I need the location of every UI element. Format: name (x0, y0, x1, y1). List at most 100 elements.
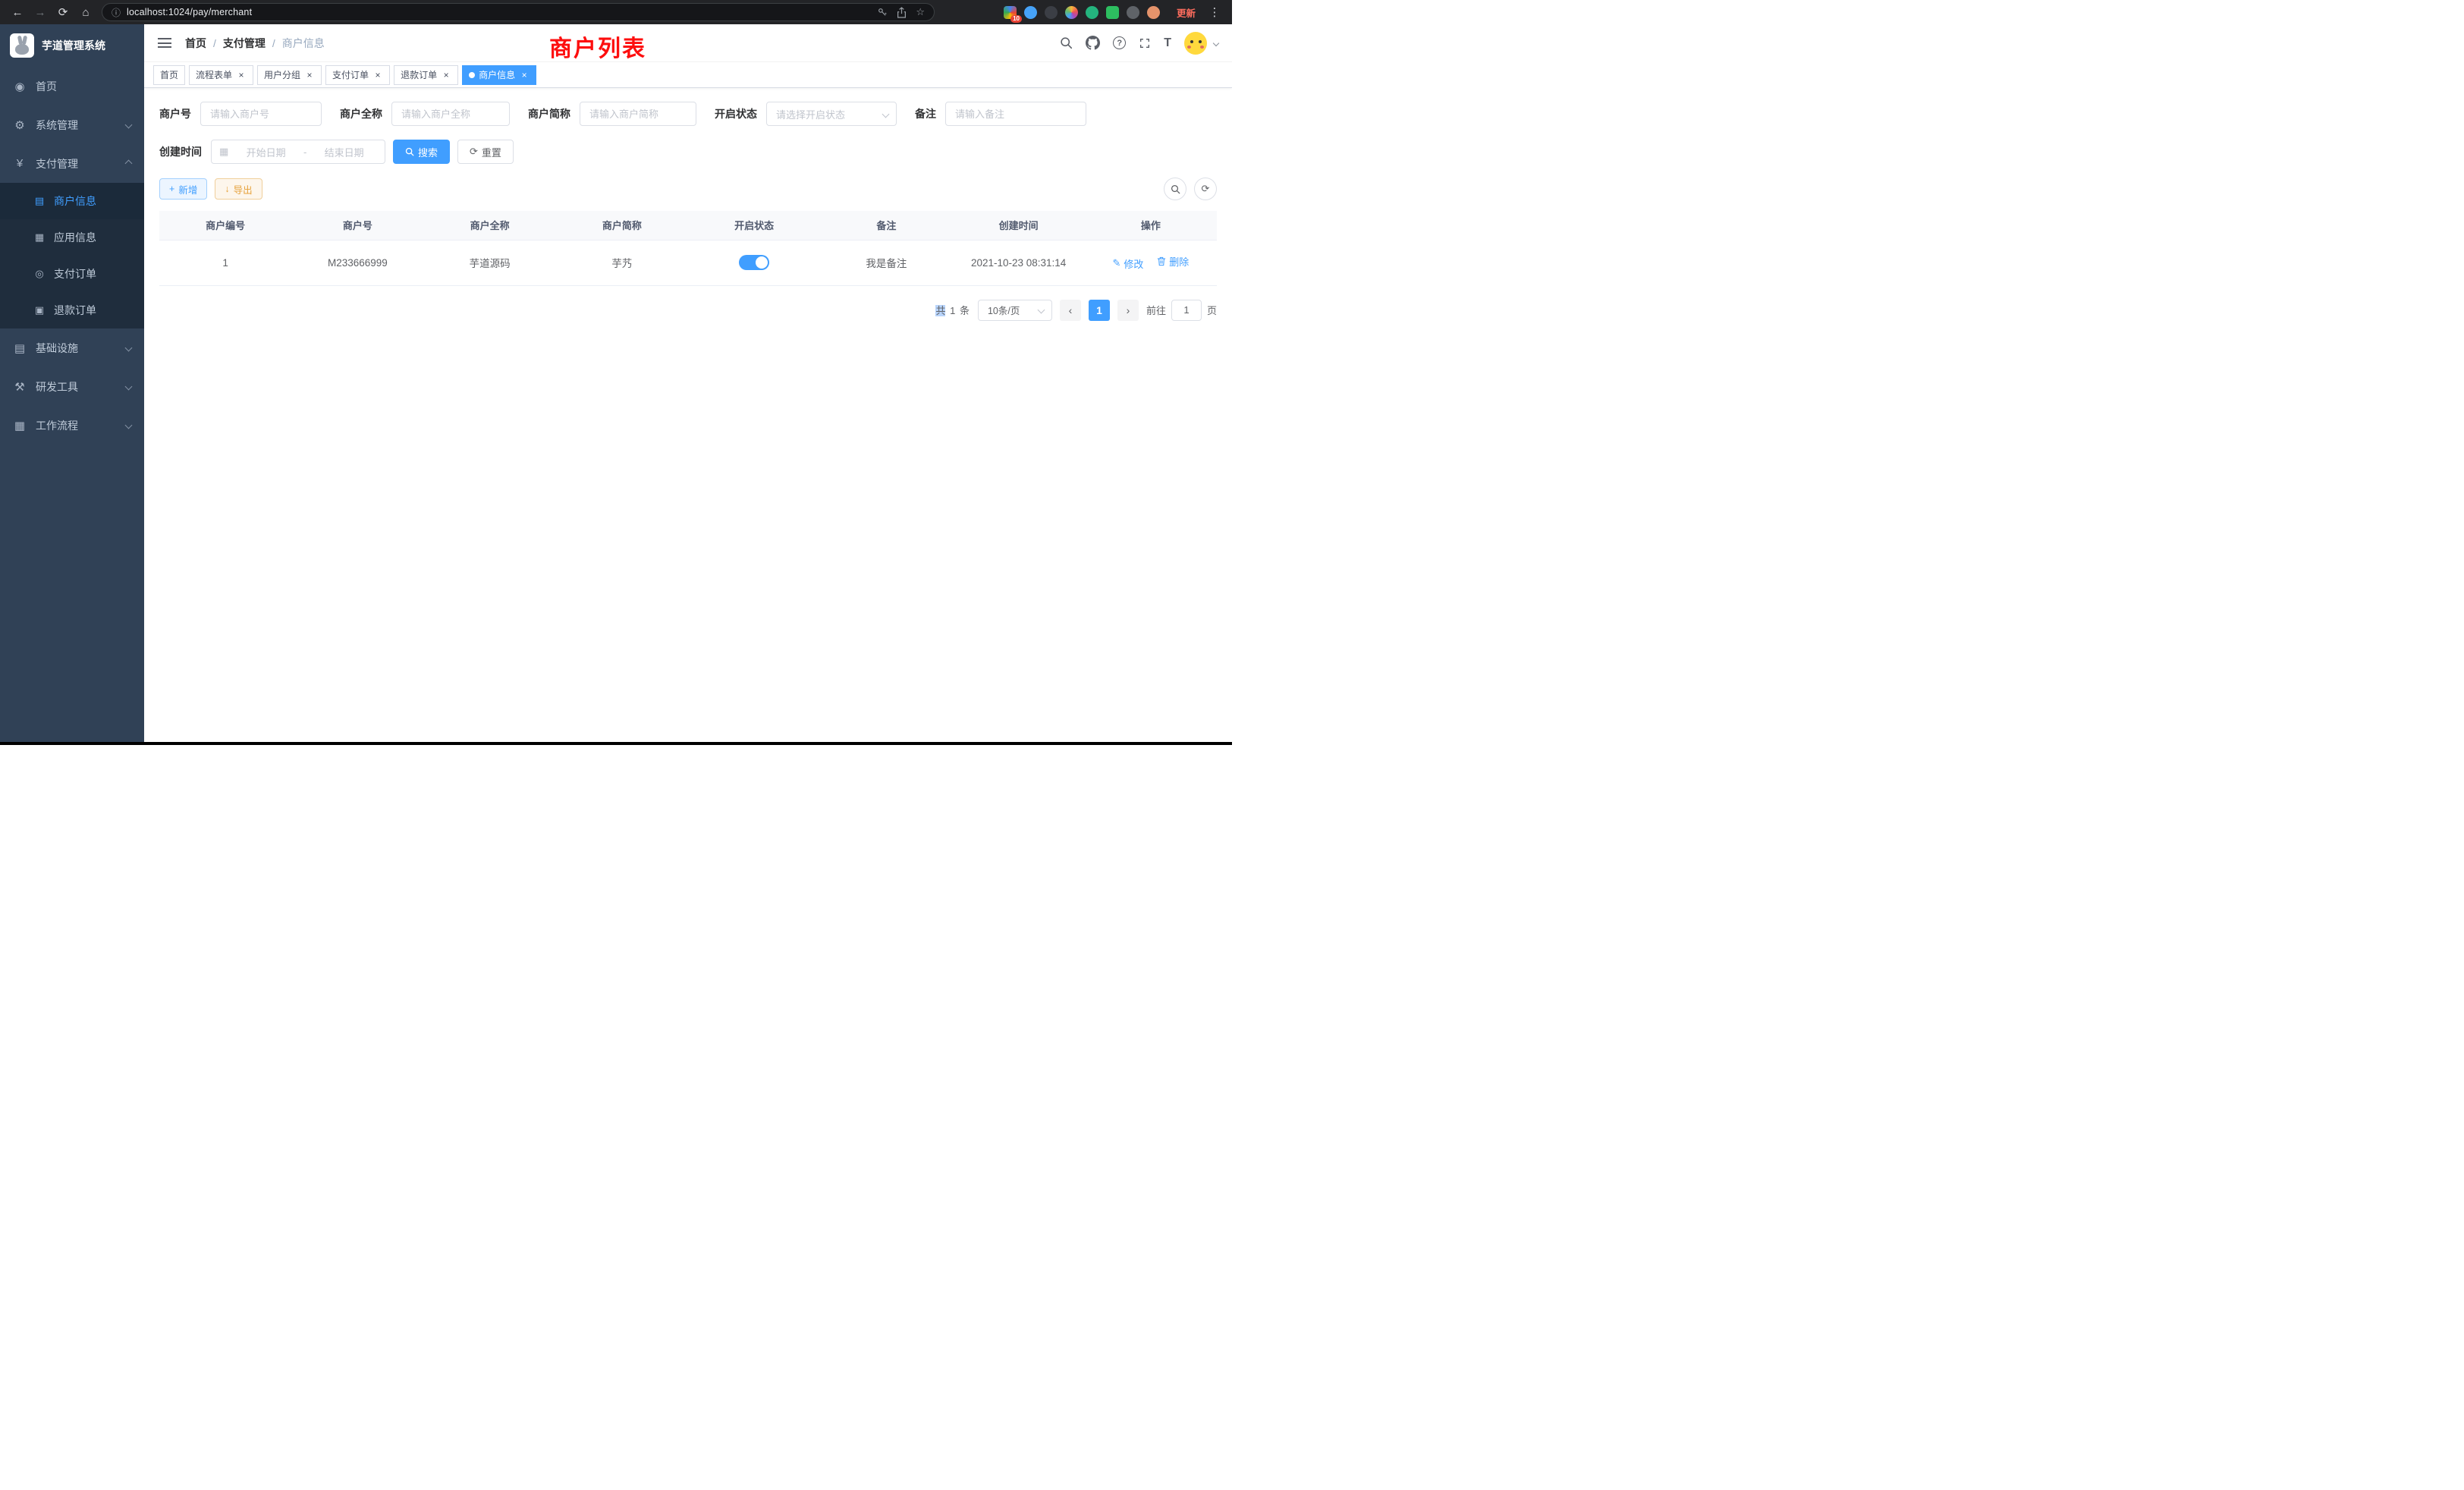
page-size-select[interactable]: 10条/页 (978, 300, 1052, 321)
tab-user-group[interactable]: 用户分组 × (257, 65, 322, 85)
tab-close-icon[interactable]: × (236, 70, 247, 80)
browser-update-button[interactable]: 更新 (1177, 5, 1196, 20)
merchant-short-input[interactable] (580, 102, 696, 126)
status-select[interactable]: 请选择开启状态 (766, 102, 897, 126)
extension-icon-4[interactable] (1065, 6, 1078, 19)
merchant-no-input[interactable] (200, 102, 322, 126)
breadcrumb-home[interactable]: 首页 (185, 36, 206, 51)
tab-label: 退款订单 (401, 68, 437, 81)
edit-pencil-icon: ✎ (1113, 257, 1121, 269)
create-time-range-picker[interactable]: ▦ 开始日期 - 结束日期 (211, 140, 385, 164)
browser-profile-avatar[interactable] (1147, 6, 1160, 19)
merchant-no-label: 商户号 (159, 106, 191, 121)
export-button-label: 导出 (234, 182, 253, 196)
tab-label: 首页 (160, 68, 178, 81)
total-prefix: 共 (935, 305, 945, 316)
sidebar-item-infrastructure[interactable]: ▤ 基础设施 (0, 328, 144, 367)
main-area: 首页 / 支付管理 / 商户信息 商户列表 ? T 首页 流程表单× 用户分组× (144, 24, 1232, 742)
collapse-sidebar-icon[interactable] (158, 38, 171, 48)
share-icon[interactable] (897, 7, 907, 18)
reset-button[interactable]: ⟳ 重置 (457, 140, 514, 164)
password-key-icon[interactable] (877, 7, 888, 17)
bookmark-star-icon[interactable]: ☆ (916, 6, 925, 18)
github-icon[interactable] (1086, 35, 1100, 52)
delete-link-label: 删除 (1169, 254, 1189, 269)
sidebar-item-devtools[interactable]: ⚒ 研发工具 (0, 367, 144, 406)
user-avatar[interactable] (1184, 32, 1207, 55)
app-logo[interactable]: 芋道管理系统 (0, 24, 144, 67)
extension-icon-5[interactable] (1086, 6, 1098, 19)
page-number-button[interactable]: 1 (1089, 300, 1110, 321)
extension-icon-3[interactable] (1045, 6, 1058, 19)
submenu-item-pay-order[interactable]: ◎ 支付订单 (0, 256, 144, 292)
extension-badge: 10 (1010, 15, 1022, 23)
merchant-name-input[interactable] (391, 102, 510, 126)
extension-icon-7[interactable] (1127, 6, 1139, 19)
prev-page-button[interactable]: ‹ (1060, 300, 1081, 321)
cell-status (688, 240, 820, 285)
chevron-up-icon (125, 160, 133, 168)
extension-icon-2[interactable] (1024, 6, 1037, 19)
tab-close-icon[interactable]: × (519, 70, 530, 80)
refresh-table-button[interactable]: ⟳ (1194, 178, 1217, 200)
toggle-search-button[interactable] (1164, 178, 1186, 200)
chevron-down-icon (882, 110, 890, 118)
tab-refund-order[interactable]: 退款订单 × (394, 65, 458, 85)
tab-merchant-info[interactable]: 商户信息× (462, 65, 536, 85)
browser-url-bar[interactable]: ⓘ localhost:1024/pay/merchant ☆ (102, 3, 935, 21)
browser-reload-icon[interactable]: ⟳ (53, 2, 73, 22)
search-button[interactable]: 搜索 (393, 140, 450, 164)
total-count: 1 (950, 305, 955, 316)
sidebar-item-payment[interactable]: ¥ 支付管理 (0, 144, 144, 183)
tab-label: 用户分组 (264, 68, 300, 81)
next-page-button[interactable]: › (1117, 300, 1139, 321)
sidebar-item-system[interactable]: ⚙ 系统管理 (0, 105, 144, 144)
trash-icon (1157, 256, 1166, 266)
bottom-strip (0, 742, 1232, 745)
sidebar-item-workflow[interactable]: ▦ 工作流程 (0, 406, 144, 445)
goto-page: 前往 页 (1146, 300, 1217, 321)
tab-home[interactable]: 首页 (153, 65, 185, 85)
search-button-label: 搜索 (418, 145, 438, 159)
download-icon: ↓ (225, 184, 229, 194)
remark-input[interactable] (945, 102, 1086, 126)
font-size-icon[interactable]: T (1164, 35, 1171, 52)
tab-pay-order[interactable]: 支付订单× (325, 65, 390, 85)
browser-back-icon[interactable]: ← (8, 2, 27, 22)
total-suffix: 条 (960, 305, 970, 316)
browser-home-icon[interactable]: ⌂ (76, 2, 96, 22)
submenu-item-app-info[interactable]: ▦ 应用信息 (0, 219, 144, 256)
help-icon[interactable]: ? (1113, 36, 1126, 49)
header-search-icon[interactable] (1060, 35, 1073, 52)
fullscreen-icon[interactable] (1139, 35, 1151, 52)
gear-icon: ⚙ (13, 118, 27, 132)
chevron-down-icon (125, 383, 133, 391)
goto-page-input[interactable] (1171, 300, 1202, 321)
tab-close-icon[interactable]: × (304, 70, 315, 80)
submenu-item-refund-order[interactable]: ▣ 退款订单 (0, 292, 144, 328)
edit-link[interactable]: ✎ 修改 (1113, 256, 1144, 271)
status-toggle[interactable] (739, 255, 769, 270)
export-button[interactable]: ↓ 导出 (215, 178, 262, 200)
annotation-merchant-list: 商户列表 (549, 30, 646, 63)
breadcrumb-current: 商户信息 (282, 36, 325, 51)
add-button[interactable]: + 新增 (159, 178, 207, 200)
tab-close-icon[interactable]: × (372, 70, 383, 80)
tab-process-form[interactable]: 流程表单× (189, 65, 253, 85)
sidebar-item-label: 支付管理 (36, 156, 78, 171)
breadcrumb-payment[interactable]: 支付管理 (223, 36, 266, 51)
monitor-icon: ▤ (13, 341, 27, 355)
submenu-item-label: 支付订单 (54, 266, 96, 281)
sidebar-item-home[interactable]: ◉ 首页 (0, 67, 144, 105)
browser-menu-dots-icon[interactable]: ⋮ (1205, 2, 1224, 22)
submenu-item-merchant-info[interactable]: ▤ 商户信息 (0, 183, 144, 219)
avatar-caret-icon[interactable] (1213, 39, 1219, 46)
browser-forward-icon[interactable]: → (30, 2, 50, 22)
delete-link[interactable]: 删除 (1157, 254, 1189, 269)
site-info-icon[interactable]: ⓘ (112, 6, 121, 19)
col-remark: 备注 (820, 211, 952, 240)
extension-icon-1[interactable]: 10 (1004, 6, 1017, 19)
dashboard-icon: ◉ (13, 80, 27, 93)
extension-icon-6[interactable] (1106, 6, 1119, 19)
tab-close-icon[interactable]: × (441, 70, 451, 80)
